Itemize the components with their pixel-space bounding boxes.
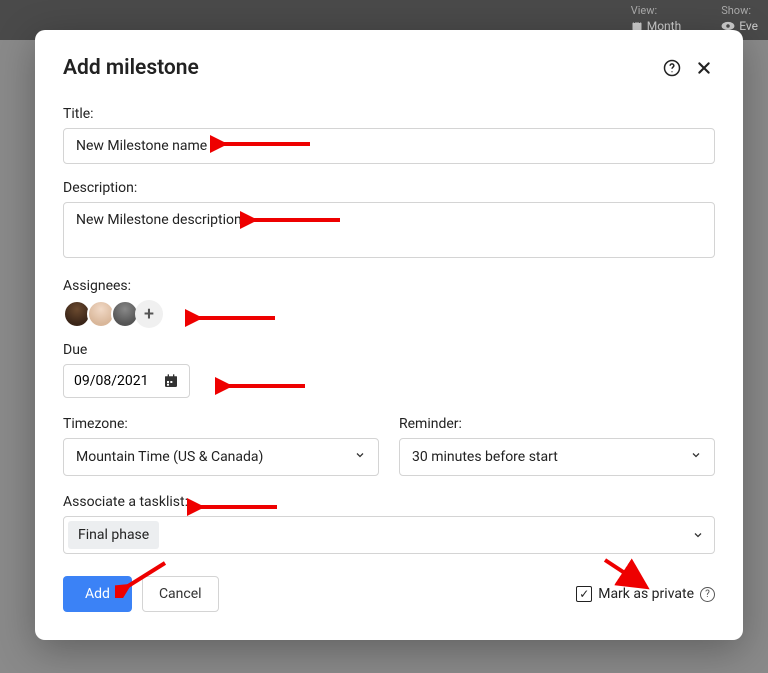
close-button[interactable]	[693, 57, 715, 79]
modal-header: Add milestone	[63, 56, 715, 80]
plus-icon: +	[144, 304, 154, 325]
help-icon[interactable]: ?	[700, 587, 715, 602]
associate-tasklist-label: Associate a tasklist:	[63, 494, 715, 510]
assignees-label: Assignees:	[63, 278, 715, 294]
modal-title: Add milestone	[63, 56, 661, 80]
reminder-label: Reminder:	[399, 416, 715, 432]
show-label: Show:	[721, 4, 758, 17]
due-date-input[interactable]: 09/08/2021	[63, 364, 190, 398]
checkbox-icon: ✓	[576, 586, 592, 602]
add-button[interactable]: Add	[63, 576, 132, 612]
cancel-button[interactable]: Cancel	[142, 576, 219, 612]
assignees-row: +	[63, 300, 715, 328]
mark-private-group[interactable]: ✓ Mark as private ?	[576, 586, 715, 602]
chevron-down-icon	[354, 449, 366, 465]
tasklist-chip: Final phase	[68, 521, 159, 549]
timezone-select[interactable]: Mountain Time (US & Canada)	[63, 438, 379, 476]
modal-footer: Add Cancel ✓ Mark as private ?	[63, 576, 715, 612]
title-label: Title:	[63, 106, 715, 122]
timezone-value: Mountain Time (US & Canada)	[76, 449, 263, 465]
chevron-down-icon	[692, 526, 704, 545]
due-label: Due	[63, 342, 715, 358]
mark-private-label: Mark as private	[598, 586, 694, 602]
tasklist-select[interactable]: Final phase	[63, 516, 715, 554]
view-label: View:	[631, 4, 681, 17]
close-icon	[696, 60, 712, 76]
reminder-value: 30 minutes before start	[412, 449, 558, 465]
chevron-down-icon	[690, 449, 702, 465]
timezone-label: Timezone:	[63, 416, 379, 432]
add-milestone-modal: Add milestone Title: Description: Assign…	[35, 30, 743, 640]
reminder-select[interactable]: 30 minutes before start	[399, 438, 715, 476]
description-label: Description:	[63, 180, 715, 196]
add-assignee-button[interactable]: +	[135, 300, 163, 328]
help-button[interactable]	[661, 57, 683, 79]
description-input[interactable]	[63, 202, 715, 258]
calendar-icon	[163, 373, 179, 389]
title-input[interactable]	[63, 128, 715, 164]
due-date-value: 09/08/2021	[74, 373, 149, 389]
